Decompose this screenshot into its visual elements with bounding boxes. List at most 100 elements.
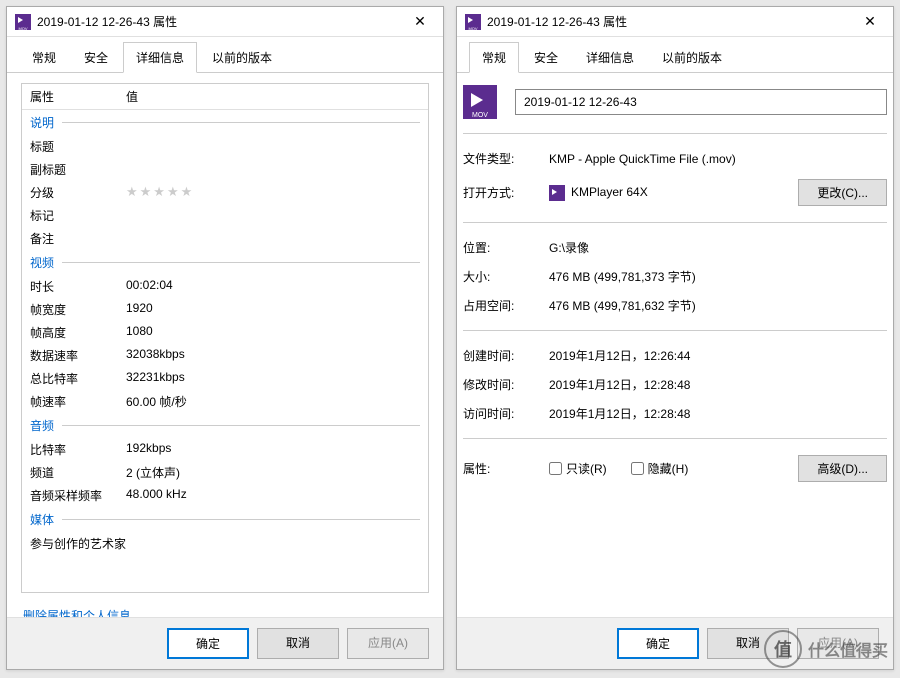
prop-row: 数据速率32038kbps: [22, 344, 428, 367]
tab-security[interactable]: 安全: [71, 42, 121, 73]
prop-label: 标记: [30, 207, 126, 224]
tab-strip: 常规 安全 详细信息 以前的版本: [457, 37, 893, 73]
window-title: 2019-01-12 12-26-43 属性: [37, 13, 405, 30]
prop-row: 备注: [22, 227, 428, 250]
prop-label: 分级: [30, 184, 126, 201]
section-media: 媒体: [22, 507, 428, 532]
attributes-section: 属性: 只读(R) 隐藏(H) 高级(D)...: [463, 439, 887, 498]
filetype-label: 文件类型:: [463, 150, 549, 167]
change-button[interactable]: 更改(C)...: [798, 179, 887, 206]
accessed-label: 访问时间:: [463, 405, 549, 422]
prop-row: 帧高度1080: [22, 321, 428, 344]
cancel-button[interactable]: 取消: [707, 628, 789, 659]
tab-previous-versions[interactable]: 以前的版本: [199, 42, 285, 73]
titlebar[interactable]: 2019-01-12 12-26-43 属性 ✕: [7, 7, 443, 37]
prop-row: 频道2 (立体声): [22, 461, 428, 484]
prop-value[interactable]: [126, 230, 420, 247]
prop-value: 32038kbps: [126, 347, 420, 364]
prop-label: 比特率: [30, 441, 126, 458]
hidden-input[interactable]: [631, 462, 644, 475]
prop-value: 32231kbps: [126, 370, 420, 387]
file-type-icon: [465, 14, 481, 30]
readonly-checkbox[interactable]: 只读(R): [549, 460, 607, 477]
attributes-label: 属性:: [463, 460, 549, 477]
section-description: 说明: [22, 110, 428, 135]
prop-row: 帧宽度1920: [22, 298, 428, 321]
file-header: [463, 81, 887, 134]
openwith-label: 打开方式:: [463, 184, 549, 201]
prop-value[interactable]: [126, 207, 420, 224]
filename-input[interactable]: [515, 89, 887, 115]
prop-label: 副标题: [30, 161, 126, 178]
general-content: 文件类型: KMP - Apple QuickTime File (.mov) …: [457, 73, 893, 617]
location-label: 位置:: [463, 239, 549, 256]
filetype-value: KMP - Apple QuickTime File (.mov): [549, 152, 887, 166]
prop-value: 00:02:04: [126, 278, 420, 295]
readonly-input[interactable]: [549, 462, 562, 475]
tab-details[interactable]: 详细信息: [573, 42, 647, 73]
diskspace-value: 476 MB (499,781,632 字节): [549, 297, 887, 314]
diskspace-label: 占用空间:: [463, 297, 549, 314]
tab-details[interactable]: 详细信息: [123, 42, 197, 73]
modified-label: 修改时间:: [463, 376, 549, 393]
prop-row: 时长00:02:04: [22, 275, 428, 298]
file-type-icon: [463, 85, 497, 119]
prop-label: 备注: [30, 230, 126, 247]
tab-general[interactable]: 常规: [469, 42, 519, 73]
prop-row: 音频采样频率48.000 kHz: [22, 484, 428, 507]
link-row: 删除属性和个人信息: [21, 593, 429, 617]
cancel-button[interactable]: 取消: [257, 628, 339, 659]
close-icon[interactable]: ✕: [405, 8, 435, 36]
tab-strip: 常规 安全 详细信息 以前的版本: [7, 37, 443, 73]
prop-label: 频道: [30, 464, 126, 481]
titlebar[interactable]: 2019-01-12 12-26-43 属性 ✕: [457, 7, 893, 37]
apply-button[interactable]: 应用(A): [797, 628, 879, 659]
prop-label: 帧速率: [30, 393, 126, 410]
prop-row: 参与创作的艺术家: [22, 532, 428, 555]
size-label: 大小:: [463, 268, 549, 285]
prop-value[interactable]: [126, 138, 420, 155]
details-list[interactable]: 属性 值 说明 标题 副标题 分级★★★★★ 标记 备注 视频 时长00:02:…: [21, 83, 429, 593]
advanced-button[interactable]: 高级(D)...: [798, 455, 887, 482]
prop-value[interactable]: [126, 161, 420, 178]
properties-window-details: 2019-01-12 12-26-43 属性 ✕ 常规 安全 详细信息 以前的版…: [6, 6, 444, 670]
details-content: 属性 值 说明 标题 副标题 分级★★★★★ 标记 备注 视频 时长00:02:…: [7, 73, 443, 617]
location-value: G:\录像: [549, 239, 887, 256]
header-property: 属性: [30, 88, 126, 105]
prop-value: 1080: [126, 324, 420, 341]
ok-button[interactable]: 确定: [617, 628, 699, 659]
prop-value: 48.000 kHz: [126, 487, 420, 504]
created-value: 2019年1月12日，12:26:44: [549, 347, 887, 364]
rating-stars[interactable]: ★★★★★: [126, 184, 420, 201]
apply-button[interactable]: 应用(A): [347, 628, 429, 659]
remove-properties-link[interactable]: 删除属性和个人信息: [23, 609, 131, 617]
prop-label: 标题: [30, 138, 126, 155]
section-video: 视频: [22, 250, 428, 275]
prop-value: 60.00 帧/秒: [126, 393, 420, 410]
tab-security[interactable]: 安全: [521, 42, 571, 73]
close-icon[interactable]: ✕: [855, 8, 885, 36]
tab-previous-versions[interactable]: 以前的版本: [649, 42, 735, 73]
properties-window-general: 2019-01-12 12-26-43 属性 ✕ 常规 安全 详细信息 以前的版…: [456, 6, 894, 670]
prop-value: 1920: [126, 301, 420, 318]
prop-value: 192kbps: [126, 441, 420, 458]
openwith-value: KMPlayer 64X: [549, 185, 798, 201]
modified-value: 2019年1月12日，12:28:48: [549, 376, 887, 393]
prop-value[interactable]: [126, 535, 420, 552]
prop-label: 帧宽度: [30, 301, 126, 318]
section-audio: 音频: [22, 413, 428, 438]
prop-row: 总比特率32231kbps: [22, 367, 428, 390]
ok-button[interactable]: 确定: [167, 628, 249, 659]
dates-section: 创建时间: 2019年1月12日，12:26:44 修改时间: 2019年1月1…: [463, 331, 887, 439]
prop-label: 音频采样频率: [30, 487, 126, 504]
window-title: 2019-01-12 12-26-43 属性: [487, 13, 855, 30]
prop-value: 2 (立体声): [126, 464, 420, 481]
size-value: 476 MB (499,781,373 字节): [549, 268, 887, 285]
location-section: 位置: G:\录像 大小: 476 MB (499,781,373 字节) 占用…: [463, 223, 887, 331]
tab-general[interactable]: 常规: [19, 42, 69, 73]
hidden-checkbox[interactable]: 隐藏(H): [631, 460, 689, 477]
readonly-label: 只读(R): [566, 460, 607, 477]
hidden-label: 隐藏(H): [648, 460, 689, 477]
button-bar: 确定 取消 应用(A): [7, 617, 443, 669]
accessed-value: 2019年1月12日，12:28:48: [549, 405, 887, 422]
